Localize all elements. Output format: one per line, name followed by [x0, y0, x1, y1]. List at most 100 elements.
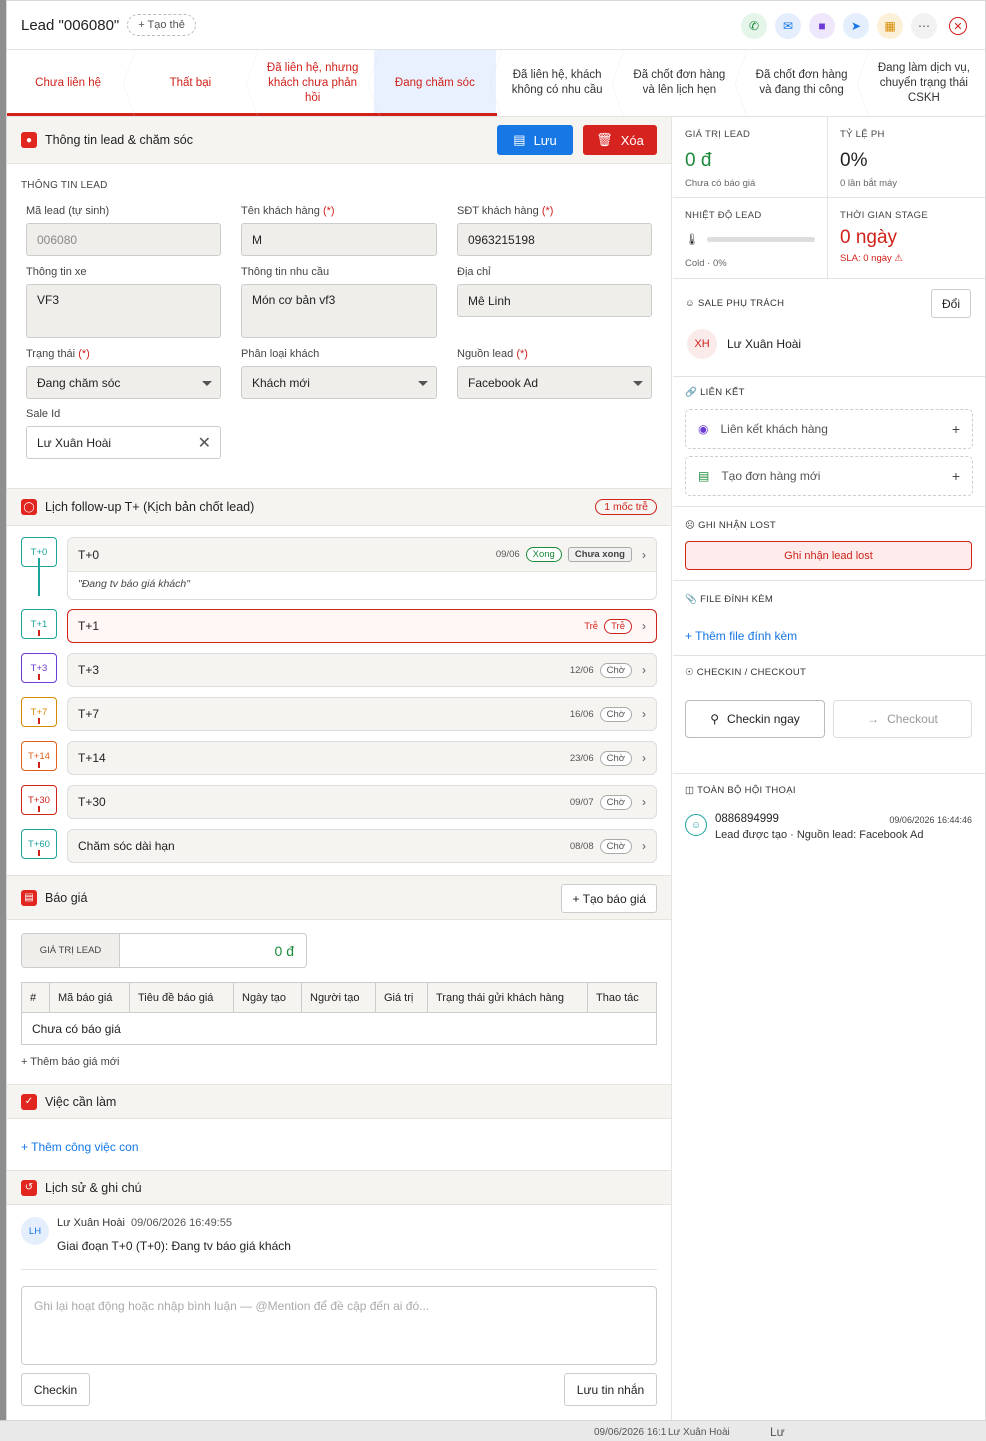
- plus-icon: +: [951, 468, 960, 484]
- nhu-cau-textarea[interactable]: Món cơ bản vf3: [241, 284, 437, 338]
- bg-user: Lư Xuân Hoài: [668, 1427, 730, 1438]
- dia-chi-input[interactable]: Mê Linh: [457, 284, 652, 317]
- xe-label: Thông tin xe: [26, 266, 87, 278]
- stage-cskh[interactable]: Đang làm dịch vụ, chuyển trạng thái CSKH: [863, 50, 985, 116]
- link-customer-button[interactable]: ◉ Liên kết khách hàng +: [685, 409, 973, 449]
- create-order-button[interactable]: ▤ Tạo đơn hàng mới +: [685, 456, 973, 496]
- step-card-t1[interactable]: T+1 Trễ Trễ ›: [67, 609, 657, 643]
- delete-button[interactable]: 🗑 Xóa: [583, 125, 657, 155]
- phone-icon[interactable]: ✆: [741, 13, 767, 39]
- stat-value: 0 đ: [685, 150, 712, 171]
- sdt-input[interactable]: 0963215198: [457, 223, 652, 256]
- document-icon: ▤: [698, 469, 710, 483]
- chat-icon[interactable]: ■: [809, 13, 835, 39]
- add-quote-link[interactable]: + Thêm báo giá mới: [21, 1056, 119, 1068]
- save-label: Lưu: [533, 132, 557, 148]
- stage-chua-phan-hoi[interactable]: Đã liên hệ, nhưng khách chưa phản hồi: [252, 50, 381, 117]
- trash-icon: 🗑: [596, 132, 613, 147]
- nguon-label: Nguồn lead: [457, 348, 514, 360]
- todo-header: ✓ Việc cần làm: [7, 1084, 671, 1119]
- step-date: 09/06: [495, 549, 520, 560]
- stage-dang-thi-cong[interactable]: Đã chốt đơn hàng và đang thi công: [741, 50, 870, 117]
- step-card-t14[interactable]: T+14 23/06 Chờ ›: [67, 741, 657, 775]
- stage-that-bai[interactable]: Thất bại: [129, 50, 258, 117]
- quote-body: GIÁ TRỊ LEAD 0 đ # Mã báo giá Tiêu đề bá…: [7, 920, 671, 1084]
- done-pill: Xong: [525, 547, 562, 562]
- wait-pill: Chờ: [599, 794, 632, 810]
- add-file-link[interactable]: + Thêm file đính kèm: [685, 629, 797, 643]
- ten-kh-label: Tên khách hàng: [241, 205, 320, 217]
- create-quote-button[interactable]: + Tạo báo giá: [561, 884, 657, 913]
- save-button[interactable]: ▤ Lưu: [497, 125, 573, 155]
- checkout-label: Checkout: [887, 712, 938, 726]
- conversation-heading-text: TOÀN BỘ HỘI THOẠI: [697, 785, 796, 796]
- clear-icon[interactable]: ✕: [198, 433, 211, 453]
- sale-id-select[interactable]: Lư Xuân Hoài ✕: [26, 426, 221, 459]
- stat-label: GIÁ TRỊ LEAD: [685, 129, 751, 140]
- conversation-text: Lead được tạo · Nguồn lead: Facebook Ad: [715, 829, 924, 841]
- links-heading: 🔗 LIÊN KẾT: [685, 387, 745, 398]
- conversation-time: 09/06/2026 16:44:46: [889, 815, 972, 825]
- location-icon: ⚲: [710, 712, 720, 726]
- step-card-t7[interactable]: T+7 16/06 Chờ ›: [67, 697, 657, 731]
- col-index: #: [21, 982, 50, 1013]
- save-icon: ▤: [513, 132, 526, 147]
- avatar: LH: [21, 1217, 49, 1245]
- user-add-icon: ☺: [685, 814, 707, 836]
- table-row: Chưa có báo giá: [21, 1012, 657, 1045]
- stat-sub: 0 lần bắt máy: [840, 178, 898, 189]
- history-body: LH Lư Xuân Hoài 09/06/2026 16:49:55 Giai…: [7, 1205, 671, 1420]
- phan-loai-select[interactable]: Khách mới: [241, 366, 437, 399]
- not-done-button[interactable]: Chưa xong: [567, 547, 632, 562]
- left-panel: ● Thông tin lead & chăm sóc ▤ Lưu 🗑 Xóa TH…: [7, 117, 672, 1420]
- stage-khong-nhu-cau[interactable]: Đã liên hệ, khách không có nhu cầu: [496, 50, 625, 117]
- phan-loai-field: Phân loại khách Khách mới: [241, 348, 437, 399]
- checkin-now-button[interactable]: ⚲ Checkin ngay: [685, 700, 825, 738]
- calendar-icon[interactable]: ▦: [877, 13, 903, 39]
- step-card-t60[interactable]: Chăm sóc dài hạn 08/08 Chờ ›: [67, 829, 657, 863]
- chevron-right-icon: ›: [642, 707, 646, 721]
- save-message-button[interactable]: Lưu tin nhắn: [564, 1373, 657, 1406]
- nhu-cau-field: Thông tin nhu cầu Món cơ bản vf3: [241, 266, 437, 338]
- nguon-select[interactable]: Facebook Ad: [457, 366, 652, 399]
- chevron-right-icon: ›: [642, 751, 646, 765]
- step-card-t3[interactable]: T+3 12/06 Chờ ›: [67, 653, 657, 687]
- link-icon: 🔗: [685, 387, 698, 398]
- wait-pill: Chờ: [599, 706, 632, 722]
- trang-thai-select[interactable]: Đang chăm sóc: [26, 366, 221, 399]
- history-title: Lịch sử & ghi chú: [45, 1180, 142, 1195]
- chevron-right-icon: ›: [642, 795, 646, 809]
- more-icon[interactable]: ⋯: [911, 13, 937, 39]
- stat-temperature: NHIỆT ĐỘ LEAD 🌡 Cold · 0%: [673, 198, 828, 279]
- stage-chua-lien-he[interactable]: Chưa liên hệ: [7, 50, 136, 117]
- checkin-heading-text: CHECKIN / CHECKOUT: [696, 667, 807, 678]
- document-icon: ▤: [21, 889, 37, 906]
- ten-kh-input[interactable]: M: [241, 223, 437, 256]
- quote-title: Báo giá: [45, 890, 88, 905]
- stat-answer-rate: TỶ LỆ PH 0% 0 lần bắt máy: [828, 117, 985, 198]
- required-mark: (*): [541, 205, 554, 217]
- stage-dang-cham-soc[interactable]: Đang chăm sóc: [373, 50, 503, 117]
- mail-icon[interactable]: ✉: [775, 13, 801, 39]
- send-icon[interactable]: ➤: [843, 13, 869, 39]
- comment-textarea[interactable]: Ghi lại hoạt động hoặc nhập bình luận — …: [21, 1286, 657, 1365]
- create-tag-button[interactable]: + Tạo thẻ: [127, 14, 196, 36]
- mark-lost-button[interactable]: Ghi nhận lead lost: [685, 541, 972, 570]
- close-icon[interactable]: ✕: [949, 17, 967, 35]
- link-customer-label: Liên kết khách hàng: [720, 422, 828, 436]
- add-subtask-link[interactable]: + Thêm công việc con: [21, 1140, 139, 1154]
- checkin-section: ☉ CHECKIN / CHECKOUT ⚲ Checkin ngay → Chec…: [673, 655, 985, 773]
- bg-short: Lư: [770, 1425, 785, 1439]
- xe-textarea[interactable]: VF3: [26, 284, 221, 338]
- step-card-t30[interactable]: T+30 09/07 Chờ ›: [67, 785, 657, 819]
- step-card-t0[interactable]: T+0 09/06 Xong Chưa xong › "Đang tv báo …: [67, 537, 657, 600]
- stage-len-lich-hen[interactable]: Đã chốt đơn hàng và lên lịch hẹn: [618, 50, 747, 117]
- xe-field: Thông tin xe VF3: [26, 266, 221, 338]
- checkin-button[interactable]: Checkin: [21, 1373, 90, 1406]
- sale-id-value: Lư Xuân Hoài: [37, 435, 112, 450]
- change-sale-button[interactable]: Đổi: [931, 289, 971, 318]
- nhu-cau-label: Thông tin nhu cầu: [241, 266, 330, 278]
- lead-modal: Lead "006080" + Tạo thẻ ✆ ✉ ■ ➤ ▦ ⋯ ✕ Ch…: [6, 0, 986, 1421]
- checkout-button[interactable]: → Checkout: [833, 700, 972, 738]
- stat-value: 0 ngày: [840, 227, 898, 248]
